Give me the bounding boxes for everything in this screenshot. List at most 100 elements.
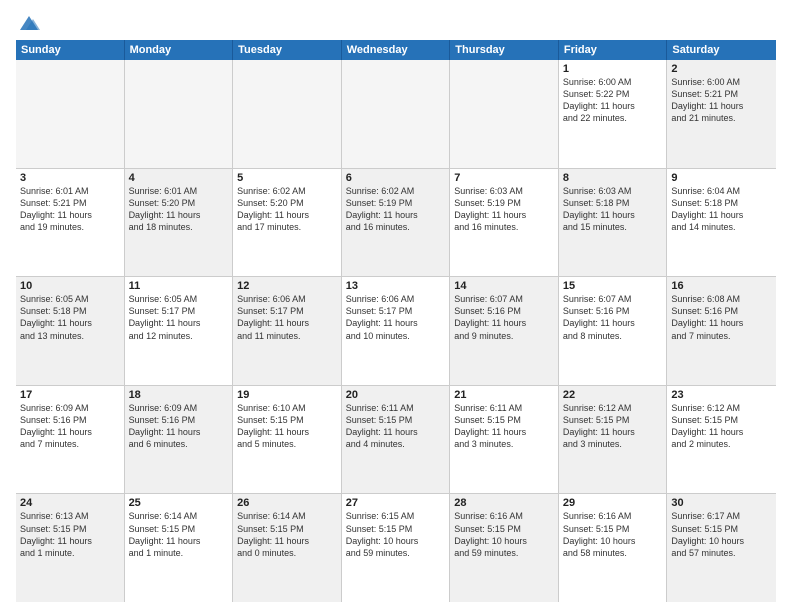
- cell-info: Sunrise: 6:02 AM Sunset: 5:19 PM Dayligh…: [346, 186, 418, 232]
- day-number: 5: [237, 172, 337, 184]
- cell-info: Sunrise: 6:03 AM Sunset: 5:19 PM Dayligh…: [454, 186, 526, 232]
- cell-info: Sunrise: 6:14 AM Sunset: 5:15 PM Dayligh…: [237, 511, 309, 557]
- day-number: 1: [563, 63, 663, 75]
- cell-info: Sunrise: 6:09 AM Sunset: 5:16 PM Dayligh…: [20, 403, 92, 449]
- calendar-cell-25: 25Sunrise: 6:14 AM Sunset: 5:15 PM Dayli…: [125, 494, 234, 602]
- day-number: 29: [563, 497, 663, 509]
- day-number: 22: [563, 389, 663, 401]
- cell-info: Sunrise: 6:01 AM Sunset: 5:20 PM Dayligh…: [129, 186, 201, 232]
- calendar: SundayMondayTuesdayWednesdayThursdayFrid…: [16, 40, 776, 602]
- calendar-cell-6: 6 Sunrise: 6:02 AM Sunset: 5:19 PM Daylig…: [342, 169, 451, 277]
- cell-info: Sunrise: 6:07 AM Sunset: 5:16 PM Dayligh…: [563, 294, 635, 340]
- calendar-cell-1: 1 Sunrise: 6:00 AM Sunset: 5:22 PM Daylig…: [559, 60, 668, 168]
- cell-info: Sunrise: 6:17 AM Sunset: 5:15 PM Dayligh…: [671, 511, 744, 557]
- weekday-header-sunday: Sunday: [16, 40, 125, 60]
- calendar-cell-empty-0-2: [233, 60, 342, 168]
- cell-info: Sunrise: 6:10 AM Sunset: 5:15 PM Dayligh…: [237, 403, 309, 449]
- cell-info: Sunrise: 6:16 AM Sunset: 5:15 PM Dayligh…: [563, 511, 636, 557]
- weekday-header-monday: Monday: [125, 40, 234, 60]
- cell-info: Sunrise: 6:13 AM Sunset: 5:15 PM Dayligh…: [20, 511, 92, 557]
- day-number: 27: [346, 497, 446, 509]
- calendar-cell-empty-0-4: [450, 60, 559, 168]
- calendar-cell-27: 27 Sunrise: 6:15 AM Sunset: 5:15 PM Dayli…: [342, 494, 451, 602]
- calendar-cell-8: 8Sunrise: 6:03 AM Sunset: 5:18 PM Daylig…: [559, 169, 668, 277]
- day-number: 2: [671, 63, 772, 75]
- calendar-cell-16: 16 Sunrise: 6:08 AM Sunset: 5:16 PM Dayli…: [667, 277, 776, 385]
- day-number: 15: [563, 280, 663, 292]
- day-number: 24: [20, 497, 120, 509]
- calendar-cell-18: 18 Sunrise: 6:09 AM Sunset: 5:16 PM Dayli…: [125, 386, 234, 494]
- calendar-cell-15: 15 Sunrise: 6:07 AM Sunset: 5:16 PM Dayli…: [559, 277, 668, 385]
- page: SundayMondayTuesdayWednesdayThursdayFrid…: [0, 0, 792, 612]
- calendar-cell-20: 20 Sunrise: 6:11 AM Sunset: 5:15 PM Dayli…: [342, 386, 451, 494]
- cell-info: Sunrise: 6:04 AM Sunset: 5:18 PM Dayligh…: [671, 186, 743, 232]
- day-number: 9: [671, 172, 772, 184]
- calendar-body: 1 Sunrise: 6:00 AM Sunset: 5:22 PM Daylig…: [16, 60, 776, 602]
- cell-info: Sunrise: 6:11 AM Sunset: 5:15 PM Dayligh…: [454, 403, 526, 449]
- calendar-cell-28: 28 Sunrise: 6:16 AM Sunset: 5:15 PM Dayli…: [450, 494, 559, 602]
- calendar-cell-empty-0-3: [342, 60, 451, 168]
- calendar-week-5: 24 Sunrise: 6:13 AM Sunset: 5:15 PM Dayli…: [16, 494, 776, 602]
- cell-info: Sunrise: 6:15 AM Sunset: 5:15 PM Dayligh…: [346, 511, 419, 557]
- day-number: 14: [454, 280, 554, 292]
- calendar-cell-26: 26 Sunrise: 6:14 AM Sunset: 5:15 PM Dayli…: [233, 494, 342, 602]
- calendar-cell-empty-0-1: [125, 60, 234, 168]
- day-number: 28: [454, 497, 554, 509]
- calendar-cell-2: 2 Sunrise: 6:00 AM Sunset: 5:21 PM Daylig…: [667, 60, 776, 168]
- cell-info: Sunrise: 6:08 AM Sunset: 5:16 PM Dayligh…: [671, 294, 743, 340]
- calendar-cell-9: 9 Sunrise: 6:04 AM Sunset: 5:18 PM Daylig…: [667, 169, 776, 277]
- day-number: 6: [346, 172, 446, 184]
- day-number: 19: [237, 389, 337, 401]
- day-number: 23: [671, 389, 772, 401]
- calendar-cell-4: 4 Sunrise: 6:01 AM Sunset: 5:20 PM Daylig…: [125, 169, 234, 277]
- calendar-cell-12: 12 Sunrise: 6:06 AM Sunset: 5:17 PM Dayli…: [233, 277, 342, 385]
- calendar-week-2: 3Sunrise: 6:01 AM Sunset: 5:21 PM Daylig…: [16, 169, 776, 278]
- calendar-cell-21: 21 Sunrise: 6:11 AM Sunset: 5:15 PM Dayli…: [450, 386, 559, 494]
- calendar-cell-7: 7 Sunrise: 6:03 AM Sunset: 5:19 PM Daylig…: [450, 169, 559, 277]
- cell-info: Sunrise: 6:12 AM Sunset: 5:15 PM Dayligh…: [671, 403, 743, 449]
- calendar-cell-22: 22 Sunrise: 6:12 AM Sunset: 5:15 PM Dayli…: [559, 386, 668, 494]
- logo: [16, 12, 40, 32]
- cell-info: Sunrise: 6:16 AM Sunset: 5:15 PM Dayligh…: [454, 511, 527, 557]
- day-number: 30: [671, 497, 772, 509]
- cell-info: Sunrise: 6:06 AM Sunset: 5:17 PM Dayligh…: [346, 294, 418, 340]
- calendar-cell-29: 29 Sunrise: 6:16 AM Sunset: 5:15 PM Dayli…: [559, 494, 668, 602]
- calendar-week-1: 1 Sunrise: 6:00 AM Sunset: 5:22 PM Daylig…: [16, 60, 776, 169]
- day-number: 11: [129, 280, 229, 292]
- day-number: 26: [237, 497, 337, 509]
- calendar-cell-10: 10Sunrise: 6:05 AM Sunset: 5:18 PM Dayli…: [16, 277, 125, 385]
- cell-info: Sunrise: 6:11 AM Sunset: 5:15 PM Dayligh…: [346, 403, 418, 449]
- cell-info: Sunrise: 6:02 AM Sunset: 5:20 PM Dayligh…: [237, 186, 309, 232]
- calendar-cell-24: 24 Sunrise: 6:13 AM Sunset: 5:15 PM Dayli…: [16, 494, 125, 602]
- cell-info: Sunrise: 6:05 AM Sunset: 5:17 PM Dayligh…: [129, 294, 201, 340]
- day-number: 4: [129, 172, 229, 184]
- day-number: 8: [563, 172, 663, 184]
- day-number: 18: [129, 389, 229, 401]
- day-number: 16: [671, 280, 772, 292]
- calendar-cell-3: 3Sunrise: 6:01 AM Sunset: 5:21 PM Daylig…: [16, 169, 125, 277]
- weekday-header-thursday: Thursday: [450, 40, 559, 60]
- logo-icon: [18, 12, 40, 34]
- calendar-cell-14: 14 Sunrise: 6:07 AM Sunset: 5:16 PM Dayli…: [450, 277, 559, 385]
- cell-info: Sunrise: 6:00 AM Sunset: 5:21 PM Dayligh…: [671, 77, 743, 123]
- cell-info: Sunrise: 6:00 AM Sunset: 5:22 PM Dayligh…: [563, 77, 635, 123]
- calendar-cell-30: 30 Sunrise: 6:17 AM Sunset: 5:15 PM Dayli…: [667, 494, 776, 602]
- cell-info: Sunrise: 6:06 AM Sunset: 5:17 PM Dayligh…: [237, 294, 309, 340]
- cell-info: Sunrise: 6:09 AM Sunset: 5:16 PM Dayligh…: [129, 403, 201, 449]
- calendar-cell-13: 13 Sunrise: 6:06 AM Sunset: 5:17 PM Dayli…: [342, 277, 451, 385]
- cell-info: Sunrise: 6:07 AM Sunset: 5:16 PM Dayligh…: [454, 294, 526, 340]
- weekday-header-saturday: Saturday: [667, 40, 776, 60]
- weekday-header-friday: Friday: [559, 40, 668, 60]
- day-number: 12: [237, 280, 337, 292]
- calendar-cell-17: 17Sunrise: 6:09 AM Sunset: 5:16 PM Dayli…: [16, 386, 125, 494]
- calendar-week-3: 10Sunrise: 6:05 AM Sunset: 5:18 PM Dayli…: [16, 277, 776, 386]
- calendar-cell-5: 5 Sunrise: 6:02 AM Sunset: 5:20 PM Daylig…: [233, 169, 342, 277]
- day-number: 7: [454, 172, 554, 184]
- day-number: 21: [454, 389, 554, 401]
- calendar-header: SundayMondayTuesdayWednesdayThursdayFrid…: [16, 40, 776, 60]
- day-number: 13: [346, 280, 446, 292]
- day-number: 20: [346, 389, 446, 401]
- day-number: 25: [129, 497, 229, 509]
- calendar-cell-19: 19 Sunrise: 6:10 AM Sunset: 5:15 PM Dayli…: [233, 386, 342, 494]
- cell-info: Sunrise: 6:12 AM Sunset: 5:15 PM Dayligh…: [563, 403, 635, 449]
